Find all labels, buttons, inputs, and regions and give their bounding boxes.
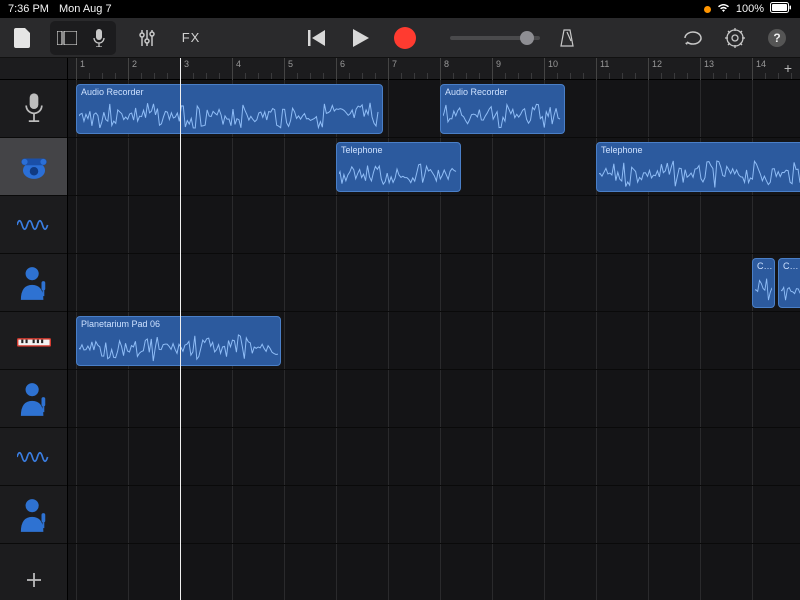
waveform-icon <box>599 159 800 189</box>
my-songs-button[interactable] <box>6 23 40 53</box>
track-lane[interactable] <box>68 196 800 254</box>
master-volume-slider[interactable] <box>450 36 540 40</box>
person-icon <box>17 498 51 532</box>
ruler-bar[interactable]: 5 <box>284 58 285 80</box>
waveform-icon <box>781 275 800 305</box>
ruler-bar[interactable]: 8 <box>440 58 441 80</box>
track-lane[interactable] <box>68 370 800 428</box>
record-button[interactable] <box>388 23 422 53</box>
audio-region[interactable]: C… <box>778 258 800 308</box>
track-lane[interactable]: Telephone Telephone <box>68 138 800 196</box>
status-date: Mon Aug 7 <box>59 3 112 15</box>
person-icon <box>17 266 51 300</box>
play-button[interactable] <box>344 23 378 53</box>
audio-region[interactable]: C…m <box>752 258 775 308</box>
wave-icon <box>17 208 51 242</box>
waveform-icon <box>79 101 380 131</box>
region-label: Audio Recorder <box>441 85 564 99</box>
ruler-bar[interactable]: 14 <box>752 58 753 80</box>
workspace: + 1234567891011121314 Audio RecorderAudi… <box>0 58 800 600</box>
go-to-beginning-button[interactable] <box>300 23 334 53</box>
status-time: 7:36 PM <box>8 3 49 15</box>
audio-region[interactable]: Telephone <box>336 142 461 192</box>
wave-icon <box>17 440 51 474</box>
waveform-icon <box>443 101 562 131</box>
ruler-bar[interactable]: 10 <box>544 58 545 80</box>
recording-indicator-icon <box>704 6 711 13</box>
region-label: Audio Recorder <box>77 85 382 99</box>
track-lane[interactable]: Planetarium Pad 06 <box>68 312 800 370</box>
track-header-mic[interactable] <box>0 80 67 138</box>
ruler-bar[interactable]: 11 <box>596 58 597 80</box>
battery-icon <box>770 2 792 16</box>
help-button[interactable]: ? <box>760 23 794 53</box>
track-header-telephone[interactable] <box>0 138 67 196</box>
region-label: C… <box>779 259 800 273</box>
track-lane[interactable] <box>68 428 800 486</box>
ruler-bar[interactable]: 2 <box>128 58 129 80</box>
ruler-bar[interactable]: 1 <box>76 58 77 80</box>
mic-icon <box>17 92 51 126</box>
track-lane[interactable]: Audio Recorder Audio Recorder <box>68 80 800 138</box>
ruler-bar[interactable]: 7 <box>388 58 389 80</box>
ruler[interactable]: + 1234567891011121314 <box>68 58 800 80</box>
track-header-wave[interactable] <box>0 428 67 486</box>
transport-controls <box>300 23 422 53</box>
ruler-bar[interactable]: 12 <box>648 58 649 80</box>
waveform-icon <box>755 275 772 305</box>
timeline[interactable]: + 1234567891011121314 Audio RecorderAudi… <box>68 58 800 600</box>
audio-region[interactable]: Audio Recorder <box>440 84 565 134</box>
region-label: Planetarium Pad 06 <box>77 317 280 331</box>
toolbar: FX ? <box>0 18 800 58</box>
settings-button[interactable] <box>718 23 752 53</box>
instrument-view-button[interactable] <box>84 23 114 53</box>
fx-button[interactable]: FX <box>174 23 208 53</box>
person-icon <box>17 382 51 416</box>
track-header-keyboard[interactable] <box>0 312 67 370</box>
region-label: C…m <box>753 259 774 273</box>
region-label: Telephone <box>597 143 800 157</box>
track-header-person[interactable] <box>0 370 67 428</box>
track-lane[interactable] <box>68 486 800 544</box>
track-header-person[interactable] <box>0 486 67 544</box>
keyboard-icon <box>17 324 51 358</box>
audio-region[interactable]: Planetarium Pad 06 <box>76 316 281 366</box>
audio-region[interactable]: Telephone <box>596 142 800 192</box>
track-header-wave[interactable] <box>0 196 67 254</box>
track-controls-button[interactable] <box>130 23 164 53</box>
ruler-bar[interactable]: 9 <box>492 58 493 80</box>
status-bar: 7:36 PM Mon Aug 7 100% <box>0 0 800 18</box>
add-track-button[interactable] <box>0 560 67 600</box>
svg-text:?: ? <box>773 31 780 45</box>
wifi-icon <box>717 3 730 16</box>
track-header-person[interactable] <box>0 254 67 312</box>
browser-view-button[interactable] <box>52 23 82 53</box>
ruler-bar[interactable]: 6 <box>336 58 337 80</box>
track-headers <box>0 58 68 600</box>
ruler-bar[interactable]: 4 <box>232 58 233 80</box>
loop-browser-button[interactable] <box>676 23 710 53</box>
battery-label: 100% <box>736 3 764 15</box>
telephone-icon <box>17 150 51 184</box>
region-label: Telephone <box>337 143 460 157</box>
waveform-icon <box>79 333 278 363</box>
waveform-icon <box>339 159 458 189</box>
audio-region[interactable]: Audio Recorder <box>76 84 383 134</box>
track-lane[interactable]: C…m C… <box>68 254 800 312</box>
playhead[interactable]: 3 <box>180 58 181 600</box>
add-section-button[interactable]: + <box>780 60 796 76</box>
ruler-bar[interactable]: 13 <box>700 58 701 80</box>
metronome-button[interactable] <box>550 23 584 53</box>
